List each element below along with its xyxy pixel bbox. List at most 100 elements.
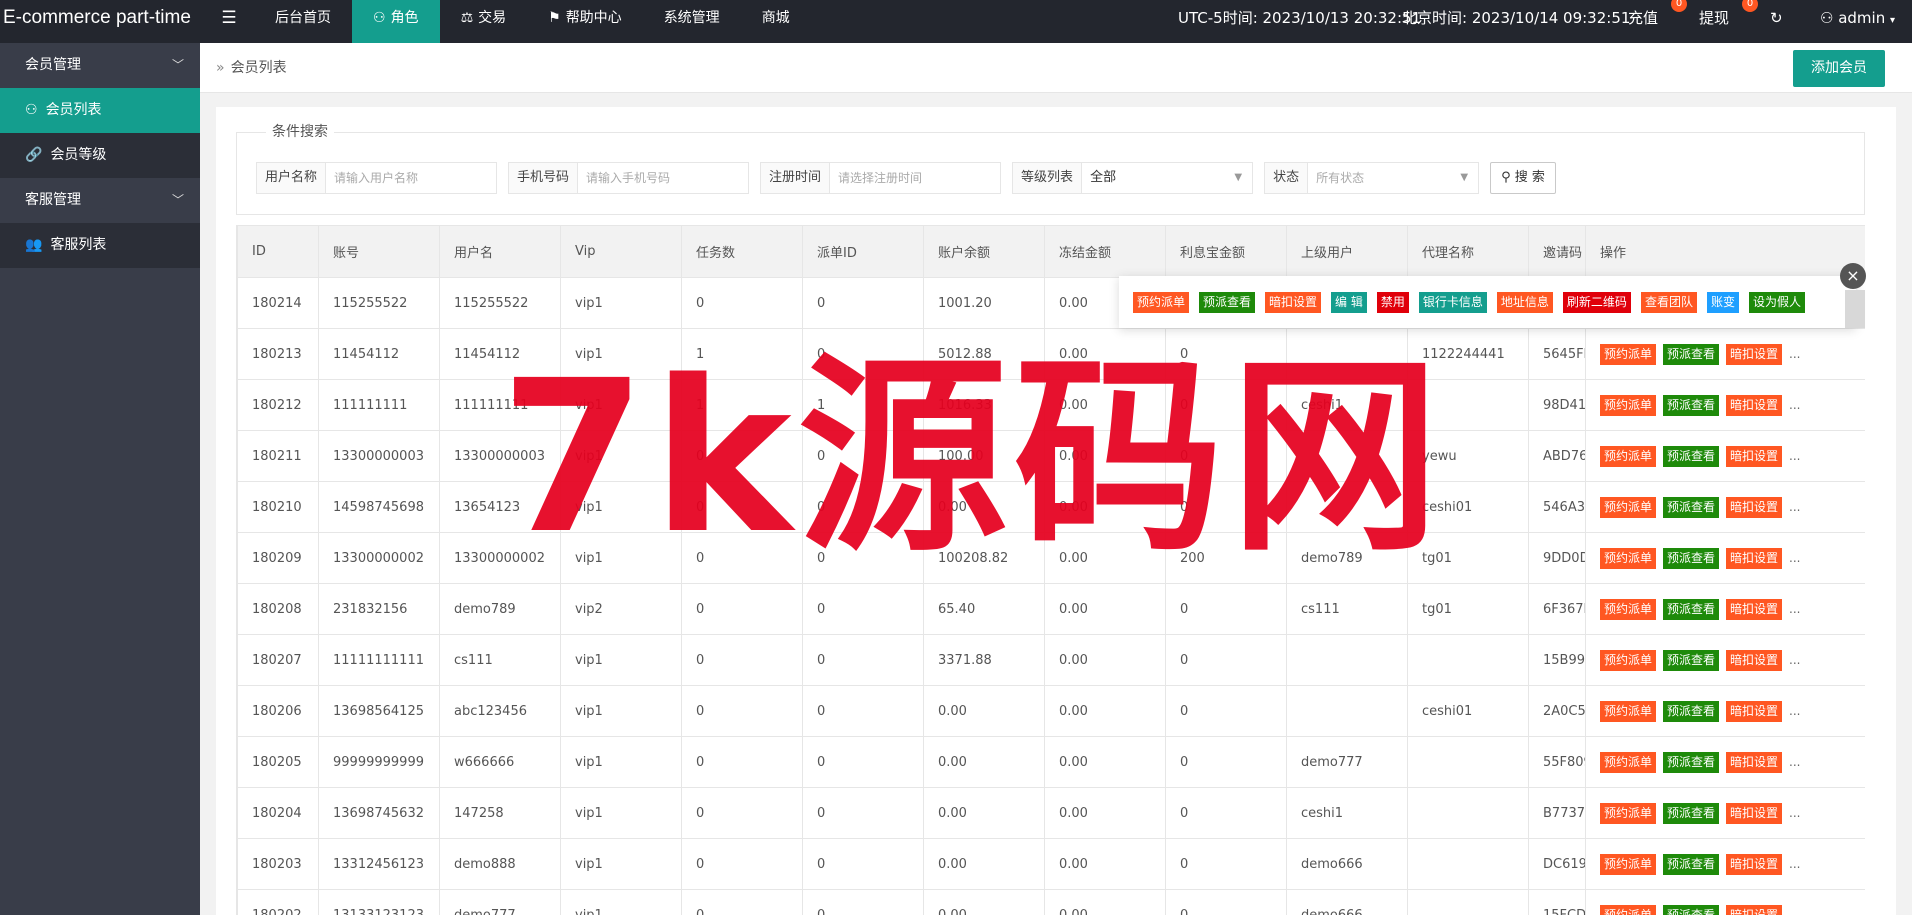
nav-help[interactable]: ⚑ 帮助中心 xyxy=(527,0,643,43)
row-action-button[interactable]: 预派查看 xyxy=(1663,394,1720,416)
row-action-button[interactable]: 暗扣设置 xyxy=(1726,802,1783,824)
table-cell: 0 xyxy=(802,328,924,380)
row-action-button[interactable]: 预约派单 xyxy=(1600,853,1657,875)
table-cell: 1001.20 xyxy=(923,277,1045,329)
more-actions-button[interactable]: ... xyxy=(1789,602,1800,616)
row-action-button[interactable]: 暗扣设置 xyxy=(1726,904,1783,915)
more-actions-button[interactable]: ... xyxy=(1789,908,1800,915)
more-actions-button[interactable]: ... xyxy=(1789,347,1800,361)
more-actions-button[interactable]: ... xyxy=(1789,398,1800,412)
popup-action-button[interactable]: 查看团队 xyxy=(1640,291,1697,313)
sidebar-group-service[interactable]: 客服管理 ﹀ xyxy=(0,178,200,223)
popup-action-button[interactable]: 暗扣设置 xyxy=(1265,291,1322,313)
row-action-button[interactable]: 暗扣设置 xyxy=(1726,394,1783,416)
sidebar-item-member-level[interactable]: 🔗 会员等级 xyxy=(0,133,200,178)
refresh-icon[interactable]: ↻ xyxy=(1770,0,1820,43)
table-cell: 0.00 xyxy=(1044,889,1166,915)
search-button[interactable]: ⚲ 搜 索 xyxy=(1490,162,1556,194)
more-actions-button[interactable]: ... xyxy=(1789,857,1800,871)
nav-trade[interactable]: ⚖ 交易 xyxy=(440,0,528,43)
row-action-button[interactable]: 预派查看 xyxy=(1663,445,1720,467)
row-action-button[interactable]: 预约派单 xyxy=(1600,496,1657,518)
popup-action-button[interactable]: 账变 xyxy=(1706,291,1739,313)
row-action-button[interactable]: 暗扣设置 xyxy=(1726,751,1783,773)
popup-action-button[interactable]: 地址信息 xyxy=(1496,291,1553,313)
row-action-button[interactable]: 预派查看 xyxy=(1663,751,1720,773)
column-header: 用户名 xyxy=(439,225,561,278)
row-action-button[interactable]: 预派查看 xyxy=(1663,547,1720,569)
row-action-button[interactable]: 暗扣设置 xyxy=(1726,649,1783,671)
status-select[interactable]: 所有状态 ▼ xyxy=(1308,163,1479,193)
popup-action-button[interactable]: 刷新二维码 xyxy=(1562,291,1631,313)
regtime-input[interactable] xyxy=(830,163,1001,193)
add-member-button[interactable]: 添加会员 xyxy=(1793,50,1885,87)
more-actions-button[interactable]: ... xyxy=(1789,653,1800,667)
recharge-link[interactable]: 充值 0 xyxy=(1628,0,1699,43)
sidebar-group-member[interactable]: 会员管理 ﹀ xyxy=(0,43,200,88)
row-action-button[interactable]: 预派查看 xyxy=(1663,853,1720,875)
row-action-button[interactable]: 预派查看 xyxy=(1663,802,1720,824)
nav-mall[interactable]: 商城 xyxy=(741,0,811,43)
table-cell: 0 xyxy=(802,532,924,584)
table-cell: 0.00 xyxy=(1044,787,1166,839)
row-action-button[interactable]: 预约派单 xyxy=(1600,802,1657,824)
row-action-button[interactable]: 预约派单 xyxy=(1600,547,1657,569)
row-action-button[interactable]: 预约派单 xyxy=(1600,343,1657,365)
row-action-button[interactable]: 预约派单 xyxy=(1600,751,1657,773)
menu-toggle-icon[interactable]: ☰ xyxy=(214,0,244,43)
popup-action-button[interactable]: 编 辑 xyxy=(1331,291,1367,313)
nav-home[interactable]: 后台首页 xyxy=(254,0,352,43)
row-action-button[interactable]: 预派查看 xyxy=(1663,343,1720,365)
username-input[interactable] xyxy=(326,163,497,193)
nav-roles[interactable]: ⚇ 角色 xyxy=(352,0,440,43)
row-action-button[interactable]: 预派查看 xyxy=(1663,700,1720,722)
table-cell: 115255522 xyxy=(318,277,440,329)
table-cell: 13698745632 xyxy=(318,787,440,839)
row-action-button[interactable]: 预派查看 xyxy=(1663,649,1720,671)
row-action-button[interactable]: 预派查看 xyxy=(1663,496,1720,518)
row-action-button[interactable]: 预约派单 xyxy=(1600,598,1657,620)
table-cell xyxy=(1407,889,1529,915)
more-actions-button[interactable]: ... xyxy=(1789,755,1800,769)
popup-action-button[interactable]: 禁用 xyxy=(1376,291,1409,313)
popup-scrollbar[interactable] xyxy=(1845,290,1865,328)
more-actions-button[interactable]: ... xyxy=(1789,551,1800,565)
popup-action-button[interactable]: 设为假人 xyxy=(1748,291,1805,313)
row-action-button[interactable]: 预约派单 xyxy=(1600,445,1657,467)
user-menu[interactable]: ⚇ admin ▾ xyxy=(1820,0,1912,43)
popup-action-button[interactable]: 预约派单 xyxy=(1133,291,1190,313)
column-header: Vip xyxy=(560,225,682,278)
row-action-button[interactable]: 暗扣设置 xyxy=(1726,853,1783,875)
row-action-button[interactable]: 预派查看 xyxy=(1663,598,1720,620)
row-action-button[interactable]: 预约派单 xyxy=(1600,649,1657,671)
table-cell xyxy=(1407,787,1529,839)
withdraw-link[interactable]: 提现 0 xyxy=(1699,0,1770,43)
sidebar-item-member-list[interactable]: ⚇ 会员列表 xyxy=(0,88,200,133)
close-icon[interactable]: × xyxy=(1840,263,1866,289)
row-action-button[interactable]: 暗扣设置 xyxy=(1726,343,1783,365)
row-action-button[interactable]: 暗扣设置 xyxy=(1726,700,1783,722)
table-cell: 0 xyxy=(1165,430,1287,482)
row-action-button[interactable]: 预约派单 xyxy=(1600,904,1657,915)
level-select[interactable]: 全部 ▼ xyxy=(1082,163,1253,193)
row-action-button[interactable]: 暗扣设置 xyxy=(1726,547,1783,569)
row-action-button[interactable]: 暗扣设置 xyxy=(1726,445,1783,467)
sidebar-item-service-list[interactable]: 👥 客服列表 xyxy=(0,223,200,268)
chevron-down-icon: ﹀ xyxy=(171,193,184,207)
row-action-button[interactable]: 暗扣设置 xyxy=(1726,496,1783,518)
nav-system[interactable]: 系统管理 xyxy=(643,0,741,43)
row-action-button[interactable]: 预派查看 xyxy=(1663,904,1720,915)
row-action-button[interactable]: 预约派单 xyxy=(1600,394,1657,416)
more-actions-button[interactable]: ... xyxy=(1789,500,1800,514)
more-actions-button[interactable]: ... xyxy=(1789,449,1800,463)
more-actions-button[interactable]: ... xyxy=(1789,704,1800,718)
row-action-button[interactable]: 预约派单 xyxy=(1600,700,1657,722)
more-actions-button[interactable]: ... xyxy=(1789,806,1800,820)
popup-action-button[interactable]: 预派查看 xyxy=(1199,291,1256,313)
breadcrumb-bar: » 会员列表 添加会员 xyxy=(200,43,1912,93)
popup-action-button[interactable]: 银行卡信息 xyxy=(1418,291,1487,313)
table-row: 180209 13300000002 13300000002 vip1 0 0 100208… xyxy=(237,532,1865,584)
table-cell: demo666 xyxy=(1286,838,1408,890)
row-action-button[interactable]: 暗扣设置 xyxy=(1726,598,1783,620)
phone-input[interactable] xyxy=(578,163,749,193)
